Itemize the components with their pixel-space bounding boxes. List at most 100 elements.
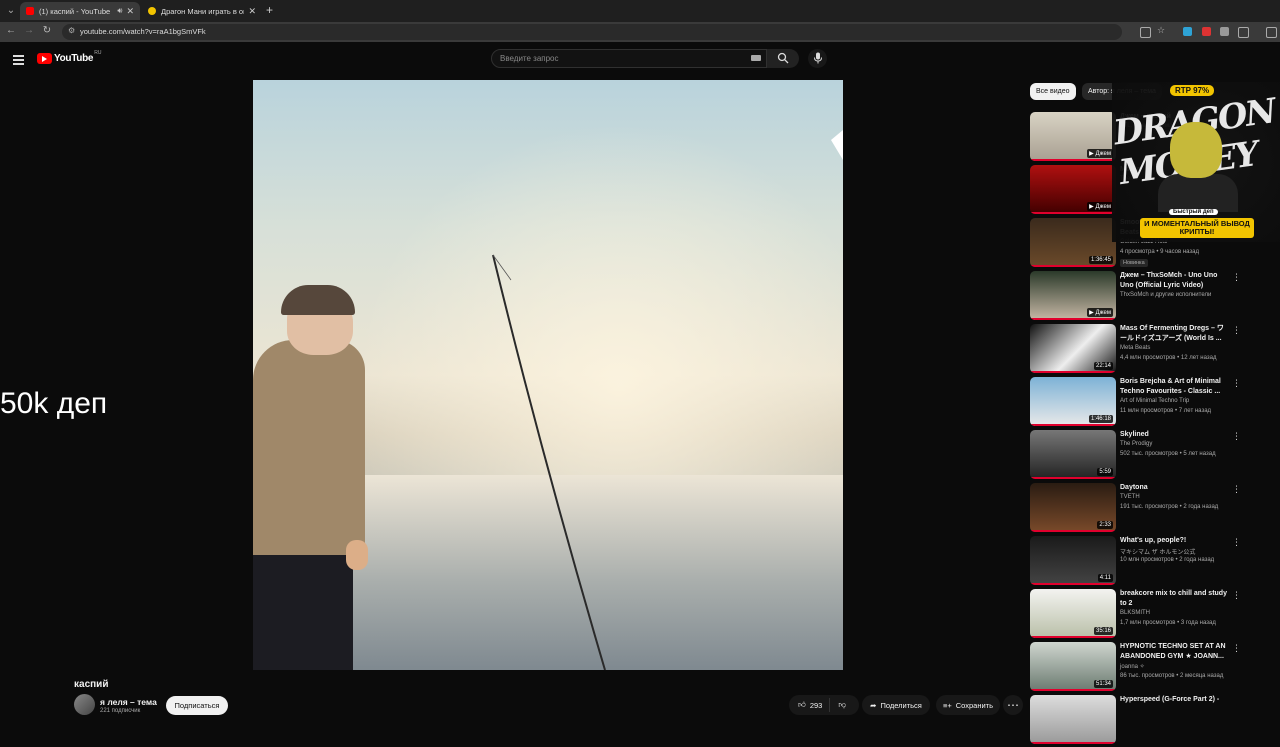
extension-icon[interactable] xyxy=(1220,27,1229,36)
forward-icon[interactable]: → xyxy=(22,25,36,36)
save-button[interactable]: ≡+ Сохранить xyxy=(936,695,1000,715)
more-options-icon[interactable]: ⋮ xyxy=(1232,325,1241,336)
video-thumbnail[interactable]: ▶ Джем xyxy=(1030,165,1116,214)
recommendation-item[interactable]: 35:16 breakcore mix to chill and study to… xyxy=(1030,589,1245,641)
site-info-icon[interactable]: ⚙ xyxy=(68,26,75,35)
extension-icon[interactable] xyxy=(1183,27,1192,36)
search-button[interactable] xyxy=(767,49,799,68)
voice-search-button[interactable] xyxy=(808,49,827,68)
recommendation-title[interactable]: What's up, people?! xyxy=(1120,536,1228,546)
recommendation-meta: 86 тыс. просмотров • 2 месяца назад xyxy=(1120,673,1224,679)
recommendation-title[interactable]: Boris Brejcha & Art of Minimal Techno Fa… xyxy=(1120,377,1228,397)
channel-name[interactable]: я леля – тема xyxy=(100,697,157,707)
address-bar-row: ← → ↻ ⚙ youtube.com/watch?v=raA1bgSmVFk … xyxy=(0,22,1280,42)
recommendation-item[interactable]: 5:59 Skylined The Prodigy 502 тыс. просмотр… xyxy=(1030,430,1245,482)
keyboard-icon[interactable] xyxy=(751,55,761,61)
more-options-icon[interactable]: ⋮ xyxy=(1232,272,1241,283)
share-button[interactable]: ➦ Поделиться xyxy=(862,695,930,715)
recommendation-item[interactable]: 1:46:18 Boris Brejcha & Art of Minimal Te… xyxy=(1030,377,1245,429)
tab-title: Драгон Мани играть в онлай xyxy=(161,6,244,16)
fisherman-legs xyxy=(253,555,353,670)
recommendation-item[interactable]: 22:14 Mass Of Fermenting Dregs – ワールドイズユア… xyxy=(1030,324,1245,376)
recommendation-channel[interactable]: ThxSoMch и другие исполнители xyxy=(1120,292,1211,298)
recommendation-meta: 502 тыс. просмотров • 5 лет назад xyxy=(1120,451,1216,457)
video-thumbnail[interactable]: 4:11 xyxy=(1030,536,1116,585)
recommendation-meta: 4 просмотра • 9 часов назад xyxy=(1120,249,1200,255)
rtp-badge: RTP 97% xyxy=(1170,85,1215,96)
tab-search-chevron-icon[interactable]: ⌄ xyxy=(4,4,18,18)
youtube-logo[interactable]: YouTube RU xyxy=(37,50,101,64)
thumbs-up-icon: 👍︎ xyxy=(798,700,806,709)
recommendation-channel[interactable]: BLKSMITH xyxy=(1120,610,1150,616)
recommendation-channel[interactable]: joanna ✧ xyxy=(1120,663,1145,670)
subscribe-button[interactable]: Подписаться xyxy=(166,696,228,715)
recommendation-channel[interactable]: Art of Minimal Techno Trip xyxy=(1120,398,1189,404)
recommendation-channel[interactable]: マキシマム ザ ホルモン公式 xyxy=(1120,547,1195,556)
recommendation-title[interactable]: Skylined xyxy=(1120,430,1228,440)
recommendation-title[interactable]: Джем – ThxSoMch - Uno Uno Uno (Official … xyxy=(1120,271,1228,291)
recommendation-item[interactable]: Hyperspeed (G-Force Part 2) - xyxy=(1030,695,1245,747)
thumbs-down-icon: 👎︎ xyxy=(838,700,846,709)
hamburger-menu-icon[interactable] xyxy=(13,55,24,67)
recommendation-title[interactable]: Hyperspeed (G-Force Part 2) - xyxy=(1120,695,1228,705)
duration-badge: 4:11 xyxy=(1097,574,1113,582)
recommendation-title[interactable]: Daytona xyxy=(1120,483,1228,493)
fisherman-hand xyxy=(346,540,368,570)
video-title: каспий xyxy=(74,679,109,690)
like-button[interactable]: 👍︎ 293 xyxy=(789,698,831,712)
recommendation-item[interactable]: ▶ Джем Джем – ThxSoMch - Uno Uno Uno (Off… xyxy=(1030,271,1245,323)
search-icon xyxy=(777,52,789,64)
new-tab-icon[interactable]: + xyxy=(266,3,273,17)
thumbnail-accent-bar xyxy=(1030,212,1116,214)
recommendation-title[interactable]: Mass Of Fermenting Dregs – ワールドイズユアーズ (W… xyxy=(1120,324,1228,344)
recommendation-channel[interactable]: TVETH xyxy=(1120,494,1140,500)
tab-close-icon[interactable]: ✕ xyxy=(248,6,256,17)
youtube-page: YouTube RU Введите запрос 50k деп каспий… xyxy=(0,42,1280,744)
url-field[interactable]: ⚙ youtube.com/watch?v=raA1bgSmVFk xyxy=(62,24,1122,40)
chip-all-videos[interactable]: Все видео xyxy=(1030,83,1076,100)
duration-badge: ▶ Джем xyxy=(1087,202,1113,211)
video-thumbnail[interactable]: 2:33 xyxy=(1030,483,1116,532)
more-options-icon[interactable]: ⋮ xyxy=(1232,590,1241,601)
video-thumbnail[interactable]: 1:46:18 xyxy=(1030,377,1116,426)
tab-youtube[interactable]: (1) каспий - YouTube 🔊︎ ✕ xyxy=(20,2,140,20)
video-thumbnail[interactable]: 22:14 xyxy=(1030,324,1116,373)
browser-menu-icon[interactable] xyxy=(1266,27,1277,38)
video-thumbnail[interactable]: 35:16 xyxy=(1030,589,1116,638)
video-thumbnail[interactable]: 5:59 xyxy=(1030,430,1116,479)
bookmark-star-icon[interactable]: ☆ xyxy=(1154,25,1168,36)
more-options-icon[interactable]: ⋮ xyxy=(1232,643,1241,654)
tab-close-icon[interactable]: ✕ xyxy=(126,6,134,17)
duration-badge: 2:33 xyxy=(1097,521,1113,529)
more-actions-button[interactable]: ⋯ xyxy=(1003,695,1023,715)
recommendation-title[interactable]: breakcore mix to chill and study to 2 xyxy=(1120,589,1228,609)
video-thumbnail[interactable]: 51:34 xyxy=(1030,642,1116,691)
reload-icon[interactable]: ↻ xyxy=(40,25,54,36)
more-options-icon[interactable]: ⋮ xyxy=(1232,537,1241,548)
video-player[interactable] xyxy=(253,80,843,670)
extensions-puzzle-icon[interactable] xyxy=(1238,27,1249,38)
tab-audio-icon[interactable]: 🔊︎ xyxy=(117,6,122,16)
dragon-money-ad[interactable]: DRAGON MONEY RTP 97% Быстрый деп И МОМЕН… xyxy=(1111,82,1280,242)
search-input[interactable]: Введите запрос xyxy=(491,49,767,68)
more-options-icon[interactable]: ⋮ xyxy=(1232,378,1241,389)
back-icon[interactable]: ← xyxy=(4,25,18,36)
video-thumbnail[interactable]: 1:36:45 xyxy=(1030,218,1116,267)
install-app-icon[interactable] xyxy=(1140,27,1151,38)
recommendation-item[interactable]: 4:11 What's up, people?! マキシマム ザ ホルモン公式 10 … xyxy=(1030,536,1245,588)
channel-avatar[interactable] xyxy=(74,694,95,715)
video-thumbnail[interactable]: ▶ Джем xyxy=(1030,112,1116,161)
dislike-button[interactable]: 👎︎ xyxy=(830,700,854,710)
thumbnail-accent-bar xyxy=(1030,318,1116,320)
video-thumbnail[interactable]: ▶ Джем xyxy=(1030,271,1116,320)
tab-title: (1) каспий - YouTube xyxy=(39,6,111,16)
more-options-icon[interactable]: ⋮ xyxy=(1232,431,1241,442)
recommendation-item[interactable]: 51:34 HYPNOTIC TECHNO SET AT AN ABANDONED… xyxy=(1030,642,1245,694)
recommendation-channel[interactable]: The Prodigy xyxy=(1120,441,1152,447)
more-options-icon[interactable]: ⋮ xyxy=(1232,484,1241,495)
extension-icon[interactable] xyxy=(1202,27,1211,36)
recommendation-title[interactable]: HYPNOTIC TECHNO SET AT AN ABANDONED GYM … xyxy=(1120,642,1228,662)
tab-dragon-money[interactable]: Драгон Мани играть в онлай ✕ xyxy=(142,2,262,20)
recommendation-channel[interactable]: Meta Beats xyxy=(1120,345,1150,351)
recommendation-item[interactable]: 2:33 Daytona TVETH 191 тыс. просмотров • 2 … xyxy=(1030,483,1245,535)
